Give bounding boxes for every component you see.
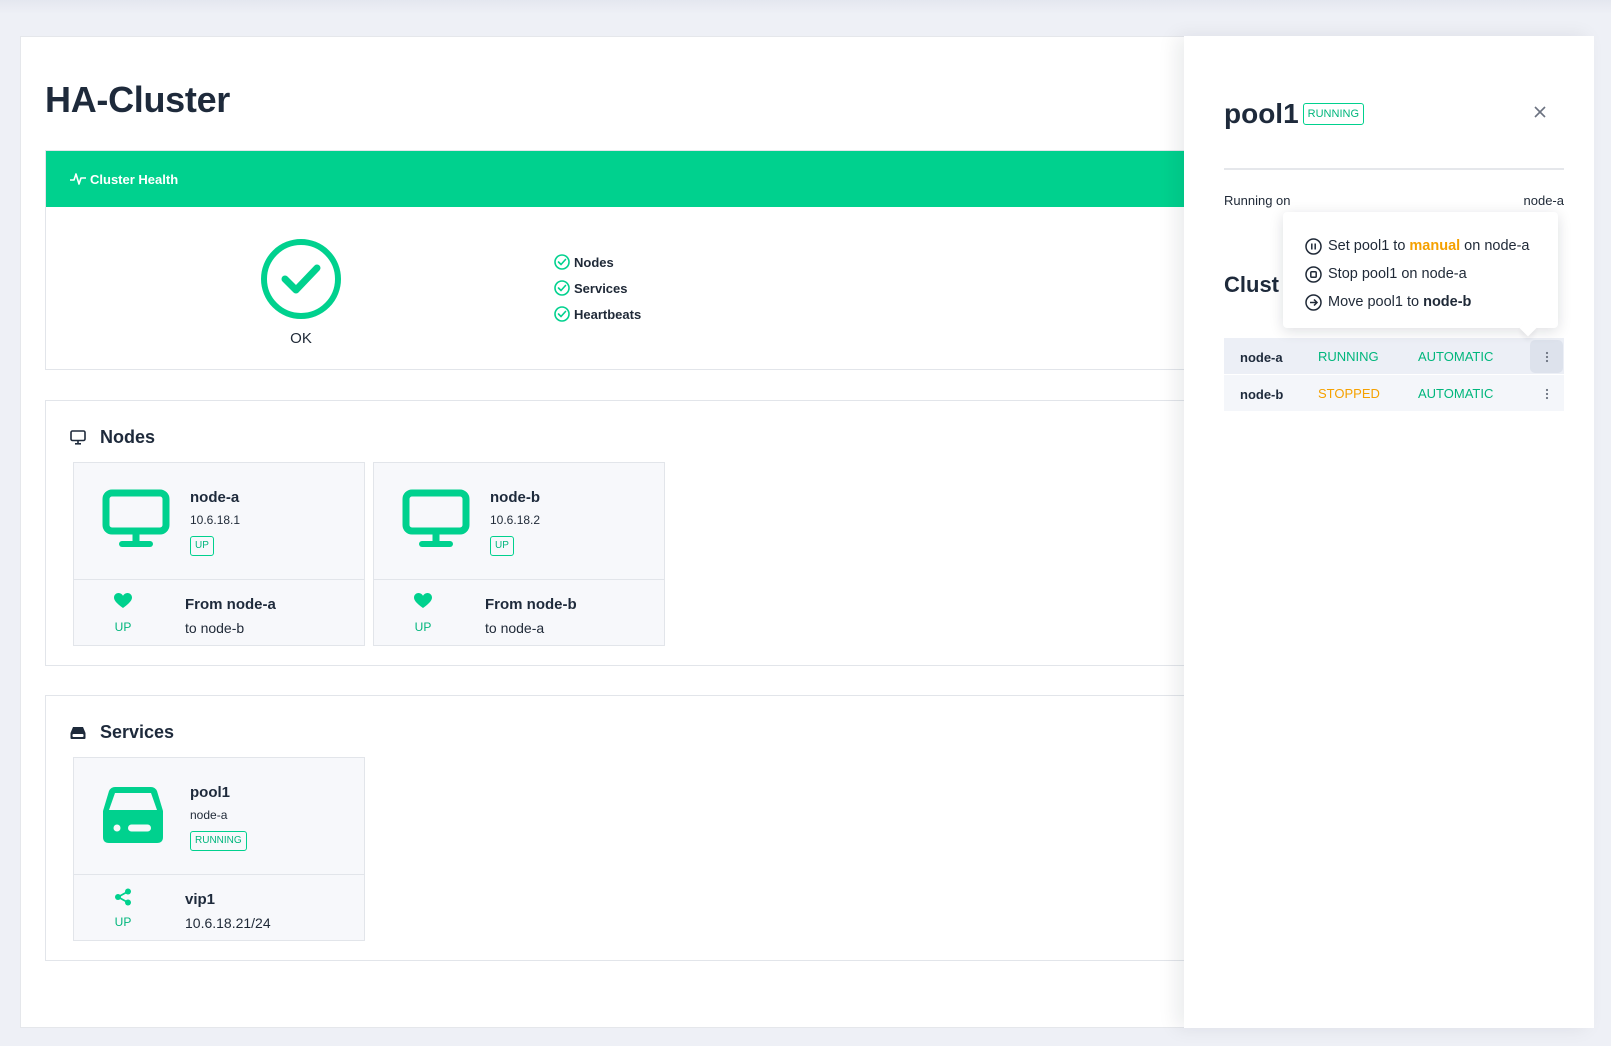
cluster-health-header: Cluster Health (46, 151, 1204, 207)
service-nodes-table: node-a RUNNING AUTOMATIC node-b STOPPED … (1224, 338, 1564, 412)
drive-icon (103, 787, 163, 843)
menu-mode: manual (1409, 238, 1461, 254)
check-circle-icon (554, 254, 570, 270)
service-card[interactable]: pool1 node-a RUNNING UP vip1 10.6.18.21/… (73, 757, 365, 941)
node-card[interactable]: node-b 10.6.18.2 UP UP From node-b to no… (373, 462, 665, 646)
node-card-top: node-a 10.6.18.1 UP (74, 463, 364, 580)
node-status-badge: UP (490, 536, 514, 556)
vip-name: vip1 (185, 891, 216, 908)
vip-address: 10.6.18.21/24 (185, 915, 271, 931)
services-section: Services pool1 node-a RUNNING UP vip1 10… (45, 695, 1205, 961)
arrow-right-circle-icon (1305, 293, 1322, 311)
check-services: Services (554, 275, 641, 301)
page-title: HA-Cluster (45, 79, 231, 120)
row-mode: AUTOMATIC (1418, 386, 1494, 401)
row-actions-menu: Set pool1 to manual on node-a Stop pool1… (1283, 212, 1558, 328)
vip-status: UP (114, 915, 132, 929)
menu-text: Stop pool1 on node-a (1328, 266, 1467, 282)
service-detail-drawer: pool1 RUNNING Running on node-a Clust no… (1184, 36, 1594, 1028)
service-node: node-a (190, 808, 228, 822)
check-circle-icon (554, 306, 570, 322)
running-on-value: node-a (1523, 193, 1564, 208)
menu-text: Set pool1 to (1328, 238, 1406, 254)
node-name: node-a (190, 489, 240, 506)
health-checks-list: Nodes Services Heartbeats (554, 249, 641, 327)
check-label: Nodes (574, 254, 614, 270)
share-icon (112, 888, 134, 911)
close-drawer-button[interactable] (1528, 100, 1552, 124)
running-on-label: Running on (1224, 193, 1291, 208)
top-bar (0, 0, 1611, 14)
node-card[interactable]: node-a 10.6.18.1 UP UP From node-a to no… (73, 462, 365, 646)
cluster-nodes-heading: Clust (1224, 272, 1279, 297)
nodes-section-title: Nodes (70, 427, 155, 448)
nodes-section: Nodes node-a 10.6.18.1 UP UP From node-a… (45, 400, 1205, 666)
check-label: Heartbeats (574, 306, 642, 322)
node-name: node-b (490, 489, 540, 506)
heartbeat-status: UP (414, 620, 432, 634)
row-mode: AUTOMATIC (1418, 349, 1494, 364)
monitor-icon (402, 489, 470, 547)
kebab-icon (1545, 388, 1548, 399)
kebab-icon (1545, 351, 1548, 362)
services-section-title: Services (70, 722, 174, 743)
drawer-divider (1224, 168, 1564, 170)
monitor-icon (102, 489, 170, 547)
drive-icon (70, 726, 86, 739)
menu-item-move[interactable]: Move pool1 to node-b (1283, 288, 1558, 316)
service-name: pool1 (190, 784, 230, 801)
node-ip: 10.6.18.1 (190, 513, 241, 527)
cluster-health-title: Cluster Health (90, 171, 179, 187)
menu-item-set-manual[interactable]: Set pool1 to manual on node-a (1283, 232, 1558, 260)
row-actions-button[interactable] (1530, 340, 1563, 373)
table-row: node-a RUNNING AUTOMATIC (1224, 338, 1564, 375)
ok-check-icon (261, 239, 341, 319)
node-card-top: node-b 10.6.18.2 UP (374, 463, 664, 580)
heartbeat-status: UP (114, 620, 132, 634)
node-status-badge: UP (190, 536, 214, 556)
drawer-title: pool1 RUNNING (1224, 98, 1365, 130)
row-node: node-b (1240, 387, 1284, 402)
row-state: STOPPED (1318, 386, 1380, 401)
check-label: Services (574, 280, 628, 296)
heart-icon (112, 593, 134, 614)
menu-item-stop[interactable]: Stop pool1 on node-a (1283, 260, 1558, 288)
service-card-top: pool1 node-a RUNNING (74, 758, 364, 875)
table-row: node-b STOPPED AUTOMATIC (1224, 375, 1564, 412)
heartbeat-from: From node-b (485, 596, 577, 613)
heartbeat-to: to node-a (485, 620, 545, 636)
menu-text: on node-a (1464, 238, 1530, 254)
row-actions-button[interactable] (1530, 377, 1563, 410)
stop-circle-icon (1305, 265, 1322, 283)
heartbeat-from: From node-a (185, 596, 276, 613)
close-icon (1534, 106, 1546, 118)
heartbeat-to: to node-b (185, 620, 245, 636)
check-nodes: Nodes (554, 249, 641, 275)
drawer-title-text: pool1 (1224, 98, 1299, 129)
row-state: RUNNING (1318, 349, 1379, 364)
check-circle-icon (554, 280, 570, 296)
health-status-label: OK (290, 330, 312, 347)
check-heartbeats: Heartbeats (554, 301, 641, 327)
node-ip: 10.6.18.2 (490, 513, 541, 527)
pause-circle-icon (1305, 237, 1322, 255)
section-title-text: Services (100, 722, 175, 742)
service-status-badge: RUNNING (190, 831, 247, 851)
heart-icon (412, 593, 434, 614)
menu-text: Move pool1 to (1328, 294, 1420, 310)
cluster-health-panel: Cluster Health OK Nodes Services Heartbe… (45, 150, 1205, 370)
drawer-status-badge: RUNNING (1302, 103, 1365, 125)
section-title-text: Nodes (100, 427, 156, 447)
pulse-icon (70, 173, 86, 185)
menu-target: node-b (1423, 294, 1472, 310)
health-status: OK (256, 237, 346, 347)
monitor-icon (70, 430, 86, 445)
row-node: node-a (1240, 350, 1283, 365)
